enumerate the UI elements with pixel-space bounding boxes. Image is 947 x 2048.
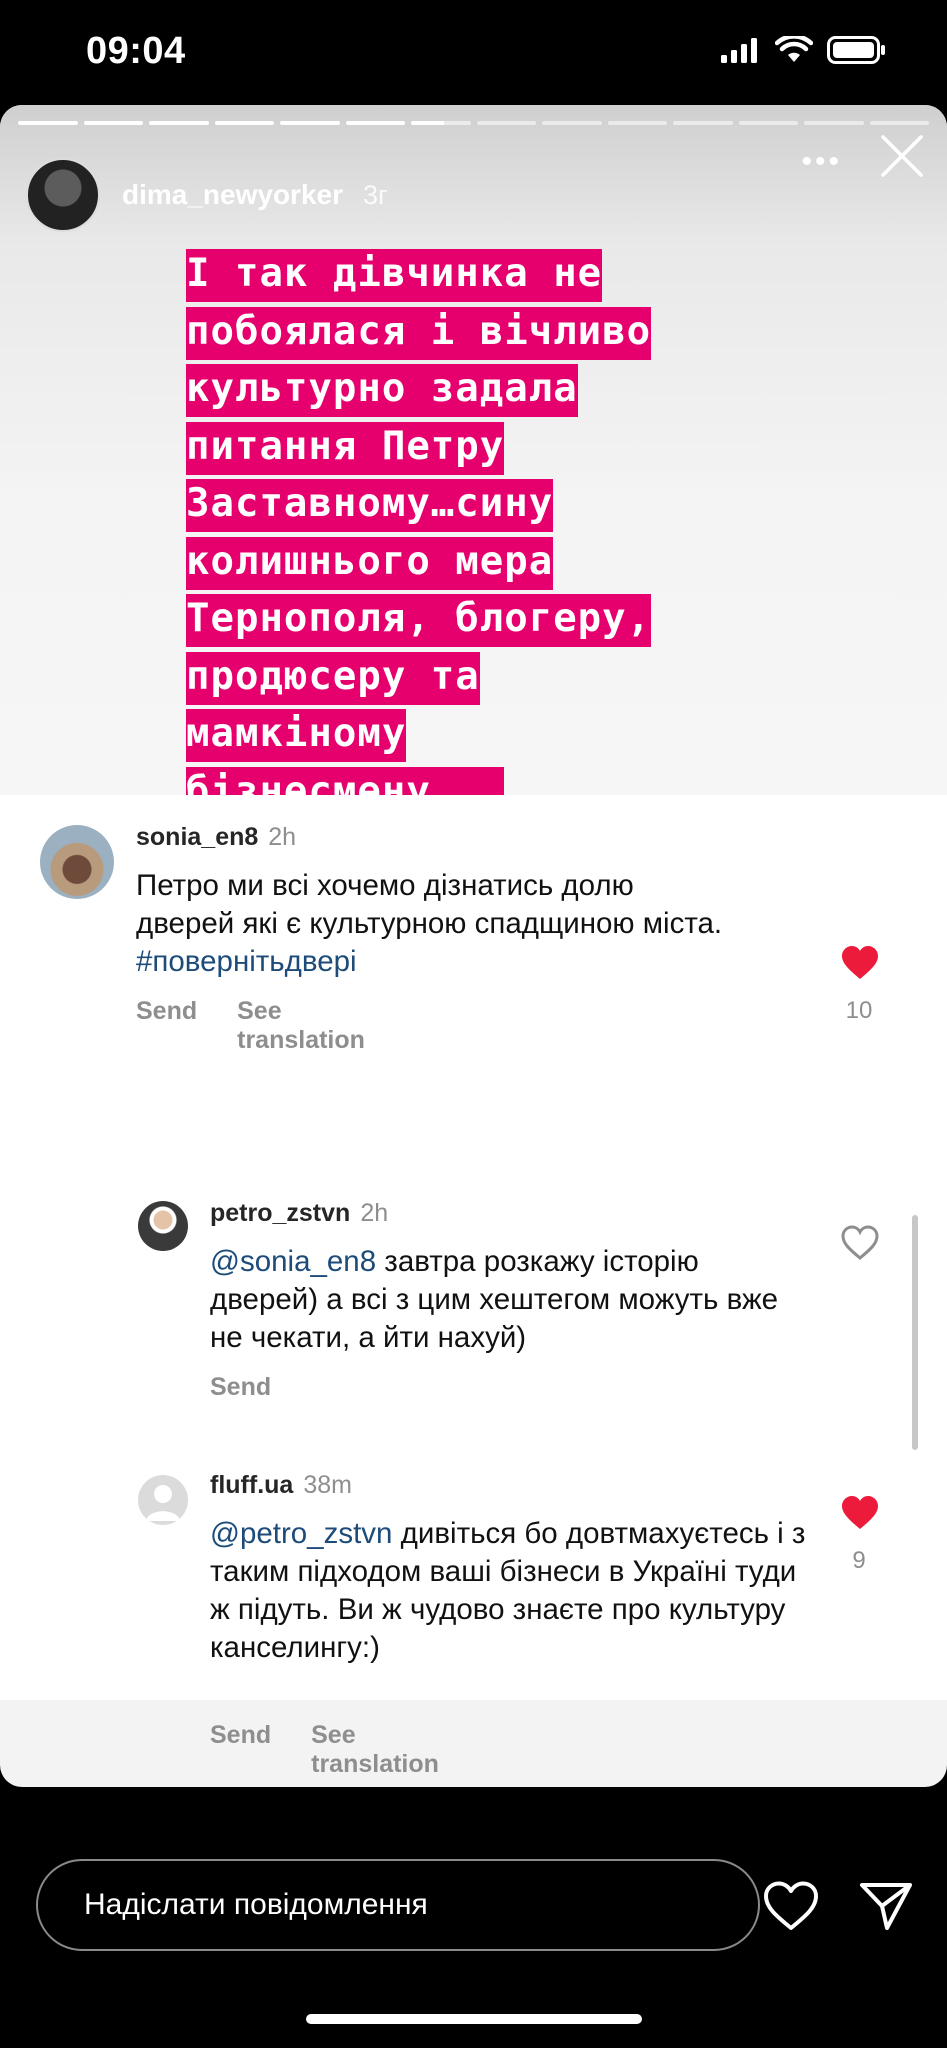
message-placeholder: Надіслати повідомлення bbox=[84, 1888, 428, 1921]
story-text-line: Тернополя, блогеру, bbox=[186, 590, 806, 648]
close-icon[interactable] bbox=[879, 133, 925, 179]
progress-segment bbox=[83, 121, 143, 125]
send-message-input[interactable]: Надіслати повідомлення bbox=[36, 1859, 760, 1951]
story-viewer[interactable]: dima_newyorker 3г ••• І так дівчинка не п… bbox=[0, 105, 947, 1787]
progress-segment bbox=[476, 121, 536, 125]
wifi-icon bbox=[775, 36, 813, 62]
story-header: dima_newyorker 3г bbox=[26, 145, 927, 245]
progress-segment bbox=[869, 121, 929, 125]
progress-segment bbox=[804, 121, 864, 125]
story-text-line: І так дівчинка не bbox=[186, 245, 806, 303]
like-story-heart-icon[interactable] bbox=[762, 1880, 820, 1932]
mention-link[interactable]: @petro_zstvn bbox=[210, 1517, 392, 1550]
comment-text: @sonia_en8 завтра розкажу історію дверей… bbox=[210, 1245, 779, 1354]
send-direct-icon[interactable] bbox=[858, 1880, 914, 1932]
avatar-placeholder bbox=[138, 1475, 188, 1525]
heart-outline-icon[interactable] bbox=[840, 1225, 880, 1261]
story-text-line: Заставному…сину bbox=[186, 475, 806, 533]
more-options-icon[interactable]: ••• bbox=[801, 145, 842, 179]
avatar bbox=[40, 825, 114, 899]
comment-actions: Send bbox=[210, 1373, 271, 1402]
progress-segment bbox=[214, 121, 274, 125]
progress-segment bbox=[280, 121, 340, 125]
scrollbar[interactable] bbox=[912, 1215, 918, 1450]
send-button[interactable]: Send bbox=[210, 1373, 271, 1402]
progress-segment bbox=[542, 121, 602, 125]
see-translation-button[interactable]: See translation bbox=[237, 997, 365, 1055]
story-text-line: колишнього мера bbox=[186, 533, 806, 591]
hashtag[interactable]: #повернітьдвері bbox=[136, 945, 357, 978]
signal-icon bbox=[721, 38, 757, 63]
home-indicator bbox=[306, 2014, 642, 2024]
heart-filled-icon[interactable] bbox=[840, 945, 880, 981]
comment-actions: Send See translation bbox=[136, 997, 365, 1055]
story-age: 3г bbox=[363, 179, 388, 210]
story-username[interactable]: dima_newyorker bbox=[122, 179, 343, 211]
progress-segment bbox=[607, 121, 667, 125]
progress-segment bbox=[345, 121, 405, 125]
like-count: 9 bbox=[852, 1547, 866, 1574]
like-count: 10 bbox=[845, 997, 873, 1024]
status-time: 09:04 bbox=[86, 30, 186, 72]
comment-actions: Send See translation bbox=[210, 1721, 439, 1779]
send-button[interactable]: Send bbox=[136, 997, 197, 1055]
comment-username: petro_zstvn 2h bbox=[210, 1199, 389, 1227]
story-text: І так дівчинка не побоялася і вічливо куль… bbox=[186, 245, 806, 820]
status-icons bbox=[721, 36, 887, 64]
comment-text: Петро ми всі хочемо дізнатись долю двере… bbox=[136, 869, 723, 978]
story-text-line: культурно задала bbox=[186, 360, 806, 418]
story-progress-bar bbox=[18, 121, 929, 125]
progress-segment bbox=[149, 121, 209, 125]
avatar bbox=[138, 1201, 188, 1251]
comment-username: fluff.ua 38m bbox=[210, 1471, 352, 1499]
battery-icon bbox=[827, 36, 885, 64]
story-text-line: побоялася і вічливо bbox=[186, 303, 806, 361]
progress-segment bbox=[411, 121, 471, 125]
story-text-line: мамкіному bbox=[186, 705, 806, 763]
progress-segment bbox=[18, 121, 78, 125]
comment-username: sonia_en8 2h bbox=[136, 823, 297, 851]
progress-segment bbox=[673, 121, 733, 125]
story-text-line: питання Петру bbox=[186, 418, 806, 476]
mention-link[interactable]: @sonia_en8 bbox=[210, 1245, 376, 1278]
progress-segment bbox=[738, 121, 798, 125]
comment-screenshot: sonia_en8 2h Петро ми всі хочемо дізнатис… bbox=[0, 795, 947, 1778]
story-avatar[interactable] bbox=[26, 158, 100, 232]
send-button[interactable]: Send bbox=[210, 1721, 271, 1779]
comment-text: @petro_zstvn дивіться бо довтмахуєтесь і… bbox=[210, 1517, 806, 1664]
see-translation-button[interactable]: See translation bbox=[311, 1721, 439, 1779]
heart-filled-icon[interactable] bbox=[840, 1495, 880, 1531]
story-text-line: продюсеру та bbox=[186, 648, 806, 706]
